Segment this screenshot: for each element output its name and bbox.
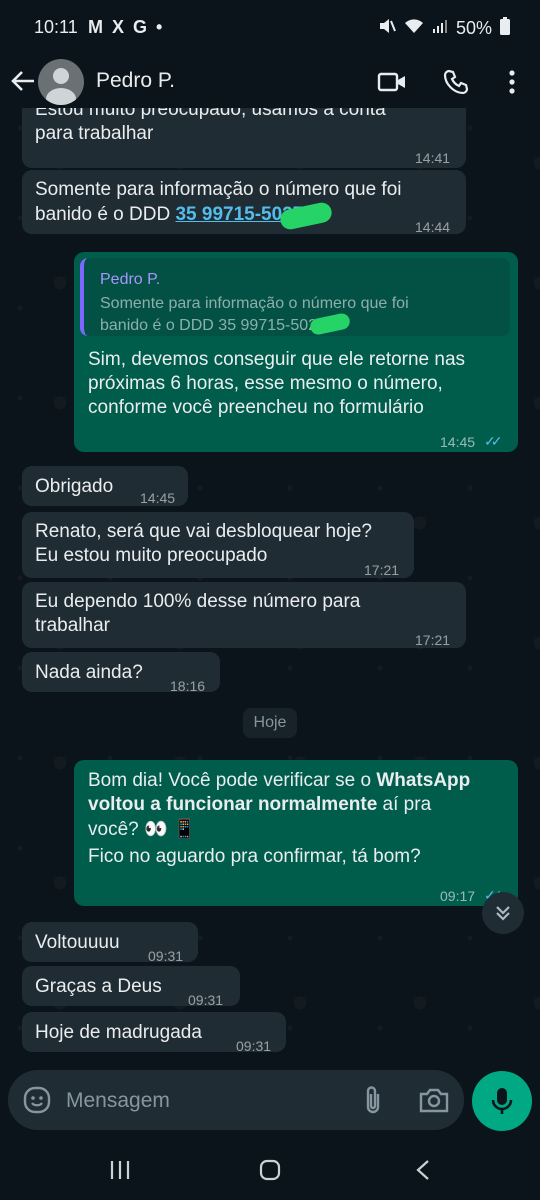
- message-time: 09:17: [440, 888, 476, 904]
- message-bubble-incoming[interactable]: Estou muito preocupado, usamos a conta p…: [22, 108, 466, 168]
- chat-header: Pedro P.: [0, 56, 540, 108]
- message-text: aí pra: [377, 794, 432, 815]
- message-text: Sim, devemos conseguir que ele retorne n…: [88, 349, 466, 370]
- contact-name[interactable]: Pedro P.: [96, 69, 175, 93]
- message-text: Eu estou muito preocupado: [35, 545, 268, 566]
- message-bubble-incoming[interactable]: Obrigado 14:45: [22, 466, 188, 506]
- message-text: Nada ainda?: [35, 662, 143, 683]
- message-text: conforme você preencheu no formulário: [88, 397, 424, 418]
- message-time: 14:45: [440, 434, 476, 450]
- message-bubble-incoming[interactable]: Voltouuuu 09:31: [22, 922, 198, 964]
- system-nav-bar: [0, 1140, 540, 1200]
- message-time: 14:44: [415, 219, 451, 235]
- date-chip: Hoje: [243, 708, 297, 738]
- message-bubble-incoming[interactable]: Eu dependo 100% desse número para trabal…: [22, 582, 466, 648]
- scroll-to-bottom-button[interactable]: [482, 892, 524, 934]
- message-text: Bom dia! Você pode verificar se o: [88, 770, 377, 791]
- message-time: 17:21: [364, 562, 400, 578]
- video-call-icon[interactable]: [374, 64, 410, 100]
- message-bubble-outgoing[interactable]: Bom dia! Você pode verificar se o WhatsA…: [74, 760, 518, 906]
- recent-apps-icon[interactable]: [102, 1152, 138, 1188]
- message-bold-text: WhatsApp: [376, 770, 471, 791]
- status-right: 50%: [378, 17, 510, 39]
- message-time: 14:45: [140, 490, 176, 506]
- message-text: você? 👀 📱: [88, 819, 197, 840]
- status-bar: 10:11 M X G • 50%: [0, 0, 540, 56]
- message-bubble-incoming[interactable]: Somente para informação o número que foi…: [22, 170, 466, 235]
- message-text: trabalhar: [35, 615, 110, 636]
- message-bold-text: voltou a funcionar normalmente: [88, 794, 378, 815]
- battery-percent: 50%: [455, 17, 492, 38]
- message-composer: [8, 1070, 464, 1130]
- message-time: 14:41: [415, 150, 451, 166]
- message-text: Graças a Deus: [35, 976, 162, 997]
- message-time: 18:16: [170, 678, 206, 694]
- message-time: 09:31: [148, 948, 184, 964]
- signal-icon: [432, 18, 448, 38]
- message-time: 17:21: [415, 632, 451, 648]
- back-nav-icon[interactable]: [405, 1152, 441, 1188]
- message-text: próximas 6 horas, esse mesmo o número,: [88, 373, 443, 394]
- message-text: Somente para informação o número que foi: [35, 179, 402, 200]
- message-input[interactable]: [64, 1082, 348, 1120]
- avatar[interactable]: [38, 59, 84, 105]
- status-time: 10:11: [34, 17, 78, 37]
- battery-icon: [500, 17, 510, 39]
- message-text: Fico no aguardo pra confirmar, tá bom?: [88, 846, 421, 867]
- message-bubble-outgoing[interactable]: Pedro P. Somente para informação o númer…: [74, 252, 518, 452]
- message-text: Voltouuuu: [35, 932, 120, 953]
- quoted-text: Somente para informação o número que foi: [100, 295, 409, 312]
- quoted-text: banido é o DDD 35 99715-5027: [100, 317, 326, 334]
- more-vert-icon[interactable]: [494, 64, 530, 100]
- quoted-message[interactable]: Pedro P. Somente para informação o númer…: [80, 258, 510, 336]
- mic-button[interactable]: [472, 1071, 532, 1131]
- mic-icon: [491, 1088, 513, 1114]
- attach-icon[interactable]: [358, 1084, 388, 1116]
- camera-icon[interactable]: [418, 1085, 450, 1115]
- message-bubble-incoming[interactable]: Renato, será que vai desbloquear hoje? E…: [22, 512, 414, 578]
- message-text: para trabalhar: [35, 123, 154, 144]
- quoted-sender: Pedro P.: [100, 271, 161, 288]
- message-text: Obrigado: [35, 476, 114, 497]
- back-arrow-icon[interactable]: [8, 64, 38, 98]
- chevrons-down-icon: [496, 906, 510, 921]
- message-bubble-incoming[interactable]: Graças a Deus 09:31: [22, 966, 240, 1008]
- read-ticks-icon: ✓✓: [484, 433, 503, 449]
- emoji-icon[interactable]: [22, 1085, 52, 1115]
- message-time: 09:31: [236, 1038, 272, 1054]
- phone-icon[interactable]: [438, 64, 474, 100]
- message-text: Eu dependo 100% desse número para: [35, 591, 361, 612]
- notification-icons: M X G •: [88, 17, 165, 37]
- chat-area[interactable]: Estou muito preocupado, usamos a conta p…: [0, 108, 540, 1068]
- message-bubble-incoming[interactable]: Hoje de madrugada 09:31: [22, 1012, 286, 1054]
- mute-icon: [378, 17, 396, 39]
- message-time: 09:31: [188, 992, 224, 1008]
- home-icon[interactable]: [252, 1152, 288, 1188]
- message-text: Hoje de madrugada: [35, 1022, 202, 1043]
- message-text: Estou muito preocupado, usamos a conta: [35, 108, 386, 120]
- message-text: Renato, será que vai desbloquear hoje?: [35, 521, 372, 542]
- message-bubble-incoming[interactable]: Nada ainda? 18:16: [22, 652, 220, 694]
- message-text: banido é o DDD: [35, 204, 176, 225]
- wifi-icon: [404, 18, 424, 38]
